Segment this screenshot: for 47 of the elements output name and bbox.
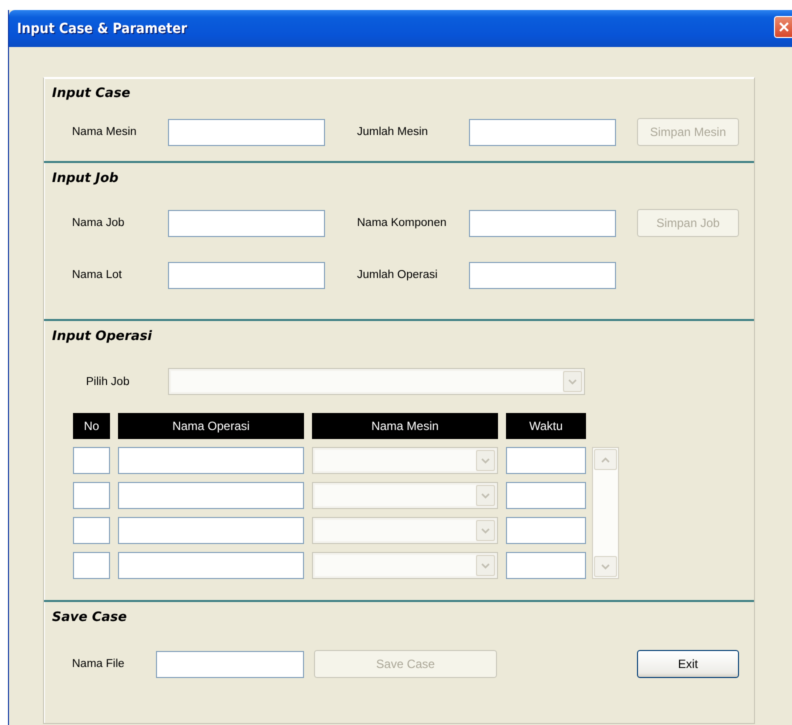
section-title: Input Case [52, 86, 130, 103]
close-icon [778, 22, 788, 32]
text-field[interactable] [506, 482, 586, 509]
field-label: Nama File [72, 658, 124, 670]
window-title: Input Case & Parameter [17, 20, 188, 36]
chevron-down-icon [481, 562, 490, 568]
text-field[interactable] [168, 118, 325, 146]
text-field[interactable] [469, 118, 616, 146]
text-field[interactable] [73, 517, 110, 544]
field-label: Nama Lot [72, 269, 122, 281]
text-field[interactable] [118, 517, 304, 544]
chevron-down-icon [568, 378, 577, 384]
column-header: Waktu [506, 413, 586, 439]
text-field[interactable] [506, 552, 586, 579]
field-label: Jumlah Mesin [357, 126, 428, 138]
text-field[interactable] [118, 552, 304, 579]
text-field[interactable] [118, 482, 304, 509]
section-title: Input Job [52, 171, 118, 188]
section-title: Input Operasi [52, 329, 152, 346]
chevron-down-icon [601, 564, 610, 570]
text-field[interactable] [168, 262, 325, 288]
column-header: Nama Operasi [118, 413, 304, 439]
text-field[interactable] [73, 552, 110, 579]
scroll-bar[interactable] [592, 447, 619, 579]
text-field[interactable] [469, 210, 616, 236]
text-field[interactable] [73, 482, 110, 509]
column-header: No [73, 413, 110, 439]
text-field[interactable] [73, 447, 110, 474]
text-field[interactable] [118, 447, 304, 474]
text-field[interactable] [168, 210, 325, 236]
text-field[interactable] [506, 447, 586, 474]
action-button[interactable]: Exit [637, 650, 739, 678]
text-field[interactable] [469, 262, 616, 288]
field-label: Nama Job [72, 217, 124, 229]
close-button[interactable] [774, 16, 792, 38]
chevron-down-icon [481, 492, 490, 498]
field-label: Pilih Job [86, 376, 130, 388]
text-field[interactable] [506, 517, 586, 544]
field-label: Nama Komponen [357, 217, 446, 229]
field-label: Jumlah Operasi [357, 269, 438, 281]
chevron-down-icon [481, 458, 490, 464]
text-field[interactable] [156, 650, 304, 678]
field-label: Nama Mesin [72, 126, 137, 138]
section-title: Save Case [52, 610, 127, 627]
chevron-down-icon [481, 528, 490, 534]
column-header: Nama Mesin [312, 413, 498, 439]
chevron-up-icon [601, 456, 610, 462]
